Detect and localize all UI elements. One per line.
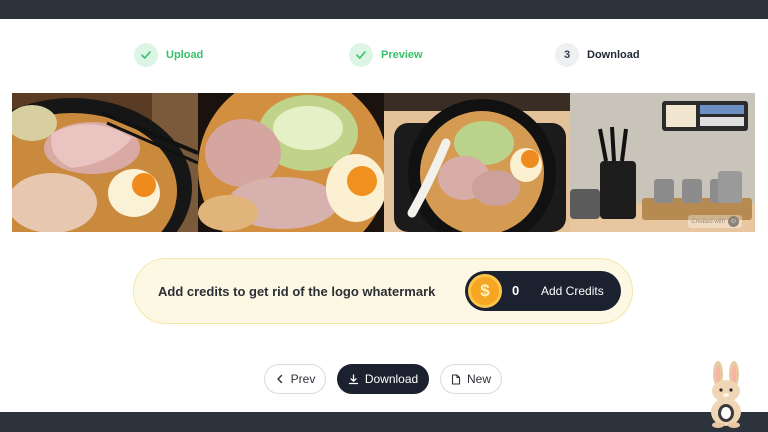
new-button[interactable]: New	[440, 364, 502, 394]
add-credits-label: Add Credits	[541, 284, 604, 298]
download-icon	[348, 373, 359, 385]
file-icon	[451, 373, 461, 385]
credit-count: 0	[512, 283, 520, 298]
top-bar	[0, 0, 768, 19]
add-credits-button[interactable]: $ 0 Add Credits	[465, 271, 621, 311]
photo-ramen-bowl	[198, 93, 384, 232]
chevron-left-icon	[275, 374, 285, 384]
photo-ramen-chashu	[12, 93, 198, 232]
check-icon	[134, 43, 158, 67]
download-button[interactable]: Download	[337, 364, 429, 394]
credits-banner: Add credits to get rid of the logo whate…	[133, 258, 633, 324]
step-number: 3	[555, 43, 579, 67]
bottom-bar	[0, 412, 768, 432]
coin-icon: $	[468, 274, 502, 308]
photo-table-condiments: Created with ☺	[570, 93, 755, 232]
rabbit-mascot	[704, 360, 750, 428]
step-label: Upload	[166, 49, 204, 61]
banner-message: Add credits to get rid of the logo whate…	[158, 284, 436, 299]
watermark-logo: Created with ☺	[688, 215, 742, 228]
download-label: Download	[364, 372, 419, 386]
logo-icon: ☺	[728, 216, 739, 227]
step-download: 3 Download	[555, 43, 640, 67]
check-icon	[349, 43, 373, 67]
prev-button[interactable]: Prev	[264, 364, 326, 394]
new-label: New	[466, 372, 491, 386]
step-label: Download	[587, 49, 640, 61]
watermark-text: Created with	[691, 218, 725, 225]
step-preview: Preview	[349, 43, 423, 67]
step-upload: Upload	[134, 43, 203, 67]
step-label: Preview	[381, 49, 423, 61]
photo-strip: Created with ☺	[12, 93, 755, 232]
prev-label: Prev	[290, 372, 316, 386]
photo-ramen-tray	[384, 93, 570, 232]
